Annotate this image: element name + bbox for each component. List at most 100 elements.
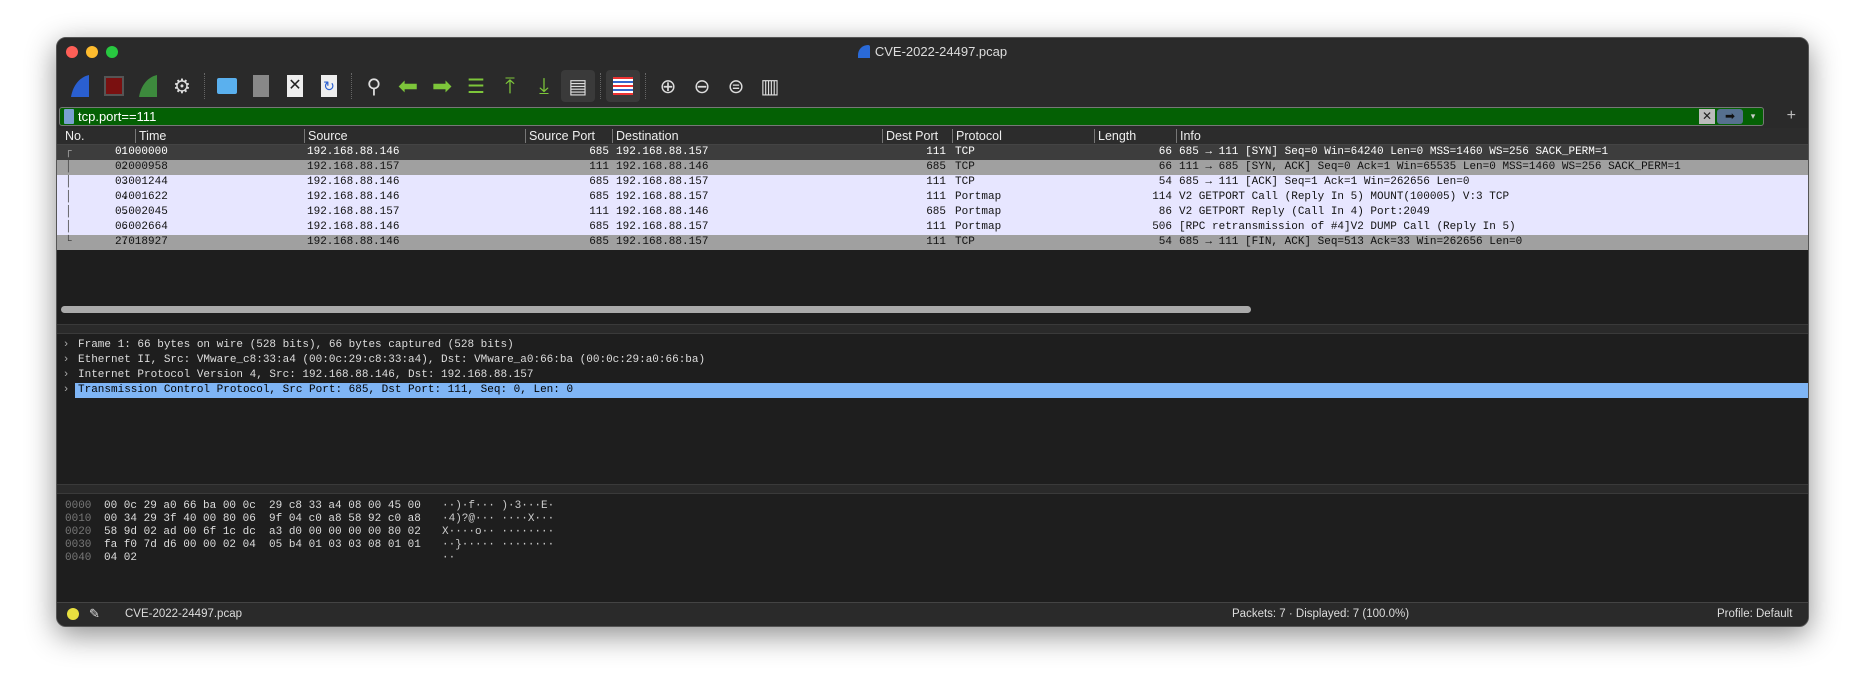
bookmark-icon[interactable] bbox=[64, 109, 74, 124]
expand-arrow-icon[interactable]: › bbox=[57, 368, 75, 383]
hex-ascii[interactable]: ·4)?@··· ····X··· bbox=[442, 513, 554, 526]
filter-history-dropdown[interactable]: ▾ bbox=[1743, 111, 1763, 122]
conversation-bracket-icon: │ bbox=[65, 221, 72, 233]
zoom-out-icon[interactable]: ⊖ bbox=[685, 70, 719, 102]
packet-list-header: No. Time Source Source Port Destination … bbox=[57, 128, 1808, 145]
status-profile[interactable]: Profile: Default bbox=[1717, 608, 1792, 620]
capture-options-gear-icon[interactable]: ⚙ bbox=[165, 70, 199, 102]
cell-dport: 111 bbox=[926, 236, 946, 248]
packet-row[interactable]: 6 0.002664 192.168.88.146 685 192.168.88.157… bbox=[57, 220, 1808, 235]
display-filter-bar: ✕ ➡ ▾ + bbox=[57, 106, 1808, 128]
autoscroll-icon[interactable]: ▤ bbox=[561, 70, 595, 102]
zoom-in-icon[interactable]: ⊕ bbox=[651, 70, 685, 102]
cell-src: 192.168.88.146 bbox=[307, 236, 400, 248]
column-time[interactable]: Time bbox=[135, 129, 166, 143]
cell-src: 192.168.88.146 bbox=[307, 191, 400, 203]
packet-row[interactable]: 1 0.000000 192.168.88.146 685 192.168.88.157… bbox=[57, 145, 1808, 160]
column-length[interactable]: Length bbox=[1094, 129, 1136, 143]
expand-arrow-icon[interactable]: › bbox=[57, 353, 75, 368]
packet-details: › Frame 1: 66 bytes on wire (528 bits), 6… bbox=[57, 334, 1808, 484]
pane-splitter[interactable] bbox=[57, 484, 1808, 494]
column-info[interactable]: Info bbox=[1176, 129, 1201, 143]
add-filter-button[interactable]: + bbox=[1787, 107, 1796, 125]
hex-off: 0030 bbox=[65, 539, 92, 551]
open-file-folder-icon[interactable] bbox=[210, 70, 244, 102]
save-file-icon[interactable] bbox=[244, 70, 278, 102]
cell-len: 506 bbox=[1152, 221, 1172, 233]
column-source-port[interactable]: Source Port bbox=[525, 129, 595, 143]
cell-proto: Portmap bbox=[955, 221, 1002, 233]
cell-dst: 192.168.88.146 bbox=[616, 206, 709, 218]
cell-sport: 111 bbox=[589, 161, 609, 173]
hex-ascii[interactable]: ··}····· ········ bbox=[442, 539, 554, 552]
start-capture-icon[interactable] bbox=[63, 70, 97, 102]
apply-filter-button[interactable]: ➡ bbox=[1717, 109, 1743, 124]
column-no[interactable]: No. bbox=[62, 129, 84, 143]
colorize-icon[interactable] bbox=[606, 70, 640, 102]
display-filter: ✕ ➡ ▾ bbox=[59, 107, 1764, 126]
go-first-packet-icon[interactable]: ⤒ bbox=[493, 70, 527, 102]
cell-len: 54 bbox=[1158, 176, 1172, 188]
expert-info-icon[interactable] bbox=[67, 608, 79, 620]
status-packets: Packets: 7 · Displayed: 7 (100.0%) bbox=[1232, 608, 1410, 620]
hex-bytes[interactable]: 00 34 29 3f 40 00 80 06 9f 04 c0 a8 58 9… bbox=[104, 513, 421, 526]
detail-ethernet[interactable]: › Ethernet II, Src: VMware_c8:33:a4 (00:0… bbox=[57, 353, 1808, 368]
conversation-bracket-icon: └ bbox=[65, 236, 72, 248]
go-to-packet-icon[interactable]: ☰ bbox=[459, 70, 493, 102]
cell-dport: 111 bbox=[926, 191, 946, 203]
resize-columns-icon[interactable]: ▥ bbox=[753, 70, 787, 102]
horizontal-scrollbar[interactable] bbox=[61, 306, 1251, 313]
hex-bytes[interactable]: fa f0 7d d6 00 00 02 04 05 b4 01 03 03 0… bbox=[104, 539, 421, 552]
column-destination[interactable]: Destination bbox=[612, 129, 679, 143]
display-filter-input[interactable] bbox=[78, 109, 1699, 124]
cell-src: 192.168.88.157 bbox=[307, 206, 400, 218]
cell-proto: Portmap bbox=[955, 191, 1002, 203]
cell-sport: 685 bbox=[589, 176, 609, 188]
go-forward-arrow-icon[interactable]: ➡ bbox=[425, 70, 459, 102]
hex-bytes[interactable]: 58 9d 02 ad 00 6f 1c dc a3 d0 00 00 00 0… bbox=[104, 526, 421, 539]
detail-ip[interactable]: › Internet Protocol Version 4, Src: 192.1… bbox=[57, 368, 1808, 383]
packet-row[interactable]: 3 0.001244 192.168.88.146 685 192.168.88.157… bbox=[57, 175, 1808, 190]
cell-len: 66 bbox=[1158, 161, 1172, 173]
cell-dst: 192.168.88.146 bbox=[616, 161, 709, 173]
go-last-packet-icon[interactable]: ⤓ bbox=[527, 70, 561, 102]
detail-frame[interactable]: › Frame 1: 66 bytes on wire (528 bits), 6… bbox=[57, 338, 1808, 353]
hex-ascii[interactable]: X····o·· ········ bbox=[442, 526, 554, 539]
close-file-icon[interactable]: ✕ bbox=[278, 70, 312, 102]
column-dest-port[interactable]: Dest Port bbox=[882, 129, 938, 143]
cell-dst: 192.168.88.157 bbox=[616, 176, 709, 188]
capture-comment-icon[interactable]: ✎ bbox=[89, 606, 100, 622]
cell-proto: TCP bbox=[955, 236, 975, 248]
packet-row[interactable]: 4 0.001622 192.168.88.146 685 192.168.88.157… bbox=[57, 190, 1808, 205]
cell-len: 66 bbox=[1158, 146, 1172, 158]
zoom-normal-icon[interactable]: ⊜ bbox=[719, 70, 753, 102]
find-packet-magnifier-icon[interactable]: ⚲ bbox=[357, 70, 391, 102]
hex-off: 0000 bbox=[65, 500, 92, 512]
expand-arrow-icon[interactable]: › bbox=[57, 383, 75, 398]
hex-ascii[interactable]: ··)·f··· )·3···E· bbox=[442, 500, 554, 513]
go-back-arrow-icon[interactable]: ⬅ bbox=[391, 70, 425, 102]
packet-row[interactable]: 5 0.002045 192.168.88.157 111 192.168.88.146… bbox=[57, 205, 1808, 220]
column-source[interactable]: Source bbox=[304, 129, 348, 143]
stop-capture-icon[interactable] bbox=[97, 70, 131, 102]
restart-capture-icon[interactable] bbox=[131, 70, 165, 102]
title-bar: CVE-2022-24497.pcap bbox=[57, 38, 1808, 66]
conversation-bracket-icon: │ bbox=[65, 161, 72, 173]
clear-filter-button[interactable]: ✕ bbox=[1699, 109, 1715, 124]
pane-splitter[interactable] bbox=[57, 324, 1808, 334]
detail-tcp[interactable]: › Transmission Control Protocol, Src Port… bbox=[57, 383, 1808, 398]
hex-bytes[interactable]: 04 02 bbox=[104, 552, 137, 565]
packet-row[interactable]: 2 0.000958 192.168.88.157 111 192.168.88.146… bbox=[57, 160, 1808, 175]
cell-dport: 685 bbox=[926, 161, 946, 173]
column-protocol[interactable]: Protocol bbox=[952, 129, 1002, 143]
cell-info: V2 GETPORT Reply (Call In 4) Port:2049 bbox=[1179, 206, 1430, 218]
cell-proto: TCP bbox=[955, 176, 975, 188]
hex-ascii[interactable]: ·· bbox=[442, 552, 455, 565]
reload-file-icon[interactable]: ↻ bbox=[312, 70, 346, 102]
hex-bytes[interactable]: 00 0c 29 a0 66 ba 00 0c 29 c8 33 a4 08 0… bbox=[104, 500, 421, 513]
conversation-bracket-icon: ┌ bbox=[65, 146, 72, 158]
cell-dport: 685 bbox=[926, 206, 946, 218]
cell-time: 0.000000 bbox=[115, 146, 168, 158]
expand-arrow-icon[interactable]: › bbox=[57, 338, 75, 353]
packet-row[interactable]: 7 2.018927 192.168.88.146 685 192.168.88.157… bbox=[57, 235, 1808, 250]
